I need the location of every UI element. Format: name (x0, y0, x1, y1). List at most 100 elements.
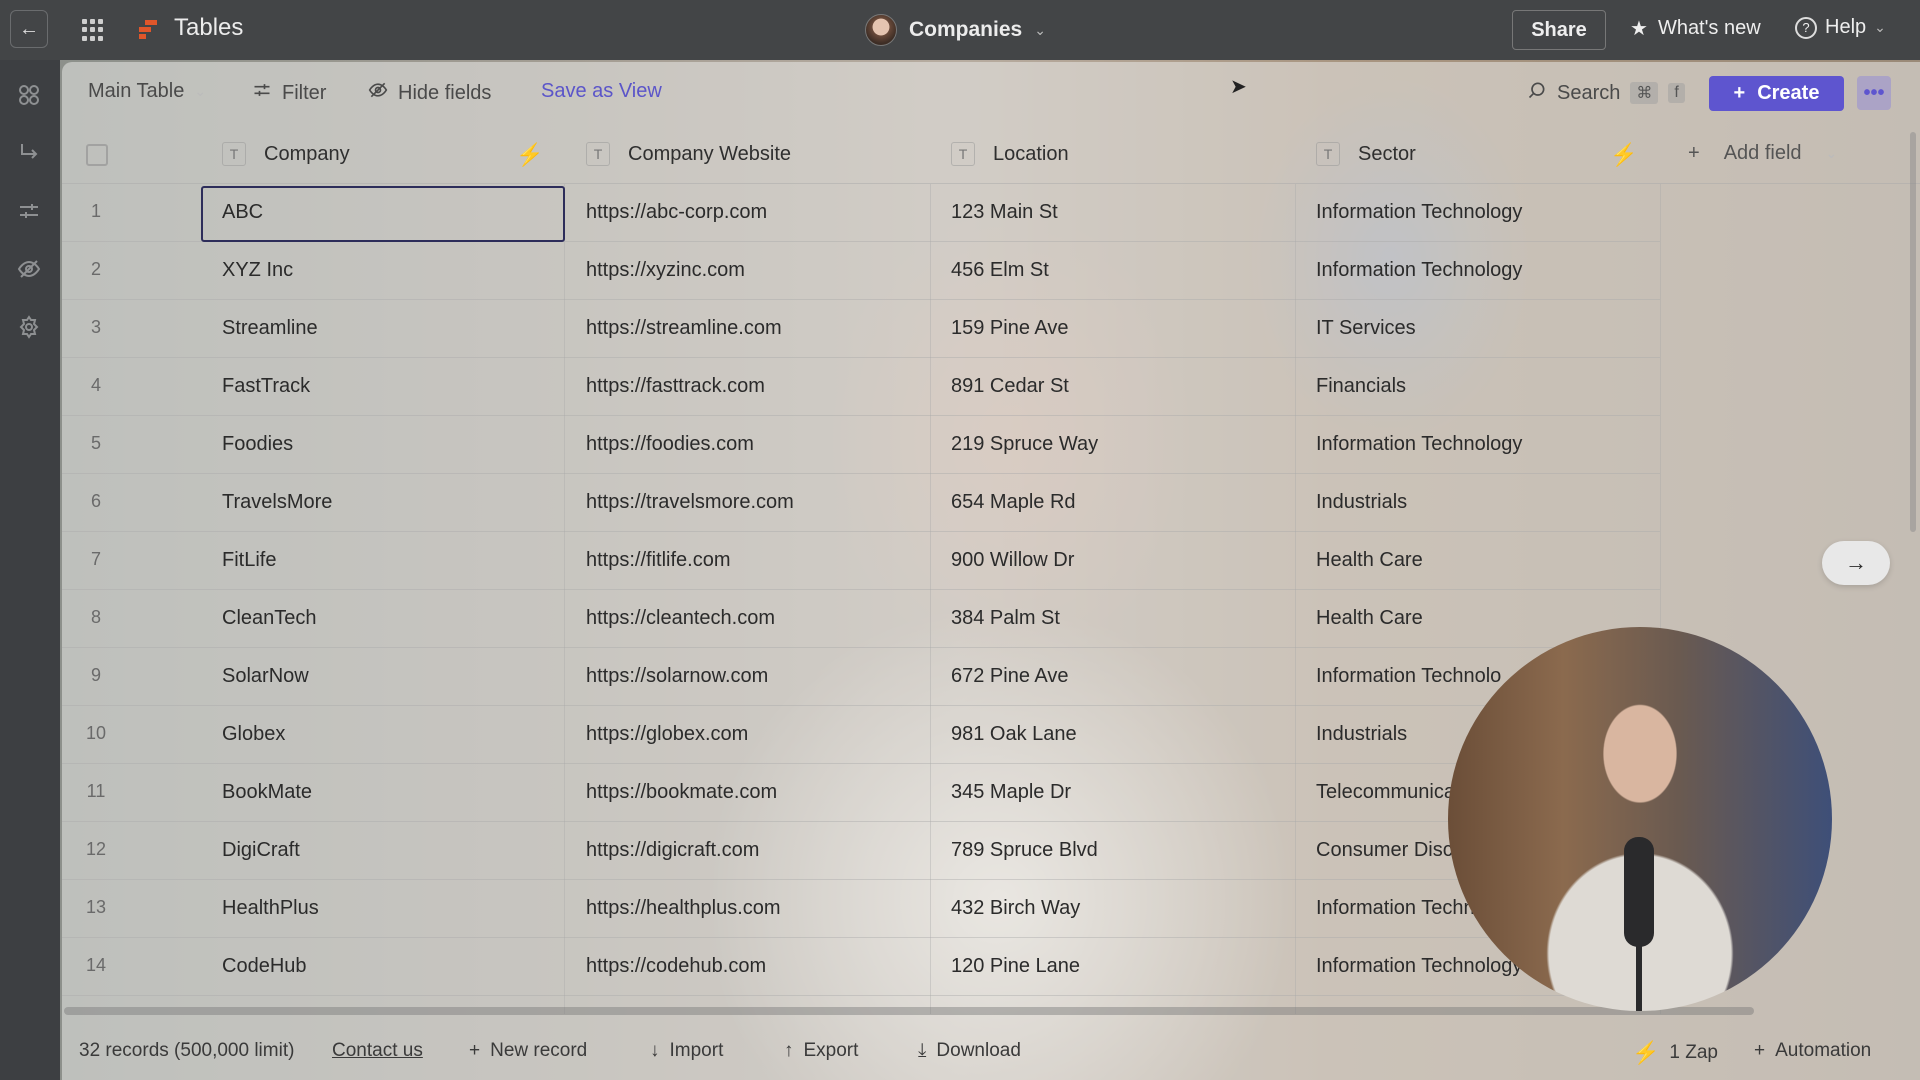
cell-website[interactable]: https://cleantech.com (586, 607, 775, 630)
cell-website[interactable]: https://travelsmore.com (586, 491, 794, 514)
cell-location[interactable]: 120 Pine Lane (951, 955, 1080, 978)
cell-company[interactable]: FastTrack (222, 375, 310, 398)
cell-website[interactable]: https://foodies.com (586, 433, 754, 456)
share-button[interactable]: Share (1512, 10, 1606, 50)
back-button[interactable]: ← (10, 10, 48, 48)
cell-location[interactable]: 981 Oak Lane (951, 723, 1077, 746)
cell-website[interactable]: https://healthplus.com (586, 897, 781, 920)
table-row[interactable]: 9 SolarNow https://solarnow.com 672 Pine Av… (62, 648, 1660, 706)
cell-location[interactable]: 159 Pine Ave (951, 317, 1069, 340)
cell-sector[interactable]: Information Technology (1316, 259, 1522, 282)
cell-sector[interactable]: Consumer Disc (1316, 839, 1453, 862)
cell-company[interactable]: SolarNow (222, 665, 309, 688)
cell-location[interactable]: 219 Spruce Way (951, 433, 1098, 456)
cell-location[interactable]: 456 Elm St (951, 259, 1049, 282)
more-options-button[interactable]: ••• (1857, 76, 1891, 110)
cell-company[interactable]: HealthPlus (222, 897, 319, 920)
cell-location[interactable]: 345 Maple Dr (951, 781, 1071, 804)
table-row[interactable]: 11 BookMate https://bookmate.com 345 Maple … (62, 764, 1660, 822)
cell-website[interactable]: https://fasttrack.com (586, 375, 765, 398)
cell-location[interactable]: 891 Cedar St (951, 375, 1069, 398)
cell-website[interactable]: https://fitlife.com (586, 549, 731, 572)
cell-website[interactable]: https://streamline.com (586, 317, 782, 340)
cell-location[interactable]: 900 Willow Dr (951, 549, 1074, 572)
table-row[interactable]: 6 TravelsMore https://travelsmore.com 654 M… (62, 474, 1660, 532)
cell-sector[interactable]: Information Technology (1316, 955, 1522, 978)
cell-location[interactable]: 123 Main St (951, 201, 1058, 224)
column-header-location[interactable]: T Location (951, 142, 1069, 166)
create-button[interactable]: + Create (1709, 76, 1844, 111)
vertical-scrollbar[interactable] (1910, 132, 1916, 532)
cell-company[interactable]: Streamline (222, 317, 318, 340)
cell-sector[interactable]: Industrials (1316, 723, 1407, 746)
new-record-button[interactable]: + New record (469, 1040, 587, 1062)
cell-company[interactable]: CodeHub (222, 955, 307, 978)
table-row[interactable]: 12 DigiCraft https://digicraft.com 789 Spru… (62, 822, 1660, 880)
cell-location[interactable]: 654 Maple Rd (951, 491, 1076, 514)
select-all-checkbox[interactable] (86, 144, 108, 166)
cell-website[interactable]: https://globex.com (586, 723, 748, 746)
cell-location[interactable]: 384 Palm St (951, 607, 1060, 630)
filter-sliders-icon[interactable] (14, 196, 44, 226)
cell-sector[interactable]: Information Technolo (1316, 665, 1501, 688)
cell-company[interactable]: TravelsMore (222, 491, 332, 514)
cell-sector[interactable]: Health Care (1316, 607, 1423, 630)
view-selector[interactable]: Main Table ⌄ (88, 80, 206, 103)
whats-new-button[interactable]: ★ What's new (1630, 16, 1761, 41)
cell-website[interactable]: https://xyzinc.com (586, 259, 745, 282)
column-header-sector[interactable]: T Sector (1316, 142, 1416, 166)
zap-bolt-icon[interactable]: ⚡ (516, 142, 543, 168)
objects-icon[interactable] (14, 80, 44, 110)
download-button[interactable]: ⤓ Download (918, 1040, 1021, 1062)
table-switcher[interactable]: Companies ⌄ (865, 14, 1046, 46)
help-button[interactable]: ? Help ⌄ (1795, 16, 1886, 39)
cell-company[interactable]: XYZ Inc (222, 259, 293, 282)
scroll-right-button[interactable]: → (1822, 541, 1890, 585)
add-automation-button[interactable]: + Automation (1754, 1040, 1871, 1062)
cell-location[interactable]: 672 Pine Ave (951, 665, 1069, 688)
grid-dots-icon[interactable] (82, 19, 104, 41)
hide-fields-button[interactable]: Hide fields (368, 80, 491, 106)
cell-sector[interactable]: Health Care (1316, 549, 1423, 572)
cell-sector[interactable]: Industrials (1316, 491, 1407, 514)
cell-sector[interactable]: Telecommunica (1316, 781, 1455, 804)
cell-website[interactable]: https://codehub.com (586, 955, 766, 978)
cell-website[interactable]: https://bookmate.com (586, 781, 777, 804)
cell-company[interactable]: Globex (222, 723, 285, 746)
table-row[interactable]: 13 HealthPlus https://healthplus.com 432 Bi… (62, 880, 1660, 938)
export-button[interactable]: ↑ Export (784, 1040, 858, 1062)
cell-sector[interactable]: Information Technology (1316, 433, 1522, 456)
cell-company[interactable]: Foodies (222, 433, 293, 456)
cell-sector[interactable]: Information Technology (1316, 201, 1522, 224)
cell-company[interactable]: DigiCraft (222, 839, 300, 862)
table-row[interactable]: 2 XYZ Inc https://xyzinc.com 456 Elm St Info… (62, 242, 1660, 300)
save-as-view-button[interactable]: Save as View (541, 80, 662, 103)
filter-button[interactable]: Filter (252, 80, 326, 106)
cell-website[interactable]: https://solarnow.com (586, 665, 768, 688)
hidden-eye-icon[interactable] (14, 254, 44, 284)
cell-location[interactable]: 432 Birch Way (951, 897, 1080, 920)
table-row[interactable]: 10 Globex https://globex.com 981 Oak Lane In… (62, 706, 1660, 764)
cell-company[interactable]: CleanTech (222, 607, 317, 630)
cell-sector[interactable]: Financials (1316, 375, 1406, 398)
gear-icon[interactable] (14, 312, 44, 342)
table-row[interactable]: 8 CleanTech https://cleantech.com 384 Palm … (62, 590, 1660, 648)
contact-us-link[interactable]: Contact us (332, 1040, 423, 1062)
add-field-button[interactable]: + Add field ⌄ (1688, 142, 1837, 165)
cell-sector[interactable]: Information Techn (1316, 897, 1475, 920)
import-button[interactable]: ↓ Import (650, 1040, 723, 1062)
cell-sector[interactable]: IT Services (1316, 317, 1416, 340)
table-row[interactable]: 3 Streamline https://streamline.com 159 Pin… (62, 300, 1660, 358)
search-button[interactable]: Search ⌘ f (1527, 80, 1685, 106)
cell-company[interactable]: BookMate (222, 781, 312, 804)
column-header-website[interactable]: T Company Website (586, 142, 791, 166)
table-row[interactable]: 7 FitLife https://fitlife.com 900 Willow Dr… (62, 532, 1660, 590)
redirect-arrow-icon[interactable] (14, 138, 44, 168)
zap-count-button[interactable]: ⚡ 1 Zap (1632, 1040, 1718, 1066)
horizontal-scrollbar[interactable] (64, 1007, 1754, 1015)
column-header-company[interactable]: T Company (222, 142, 350, 166)
table-row[interactable]: 4 FastTrack https://fasttrack.com 891 Cedar… (62, 358, 1660, 416)
cell-location[interactable]: 789 Spruce Blvd (951, 839, 1098, 862)
cell-website[interactable]: https://digicraft.com (586, 839, 759, 862)
zap-bolt-icon[interactable]: ⚡ (1610, 142, 1637, 168)
